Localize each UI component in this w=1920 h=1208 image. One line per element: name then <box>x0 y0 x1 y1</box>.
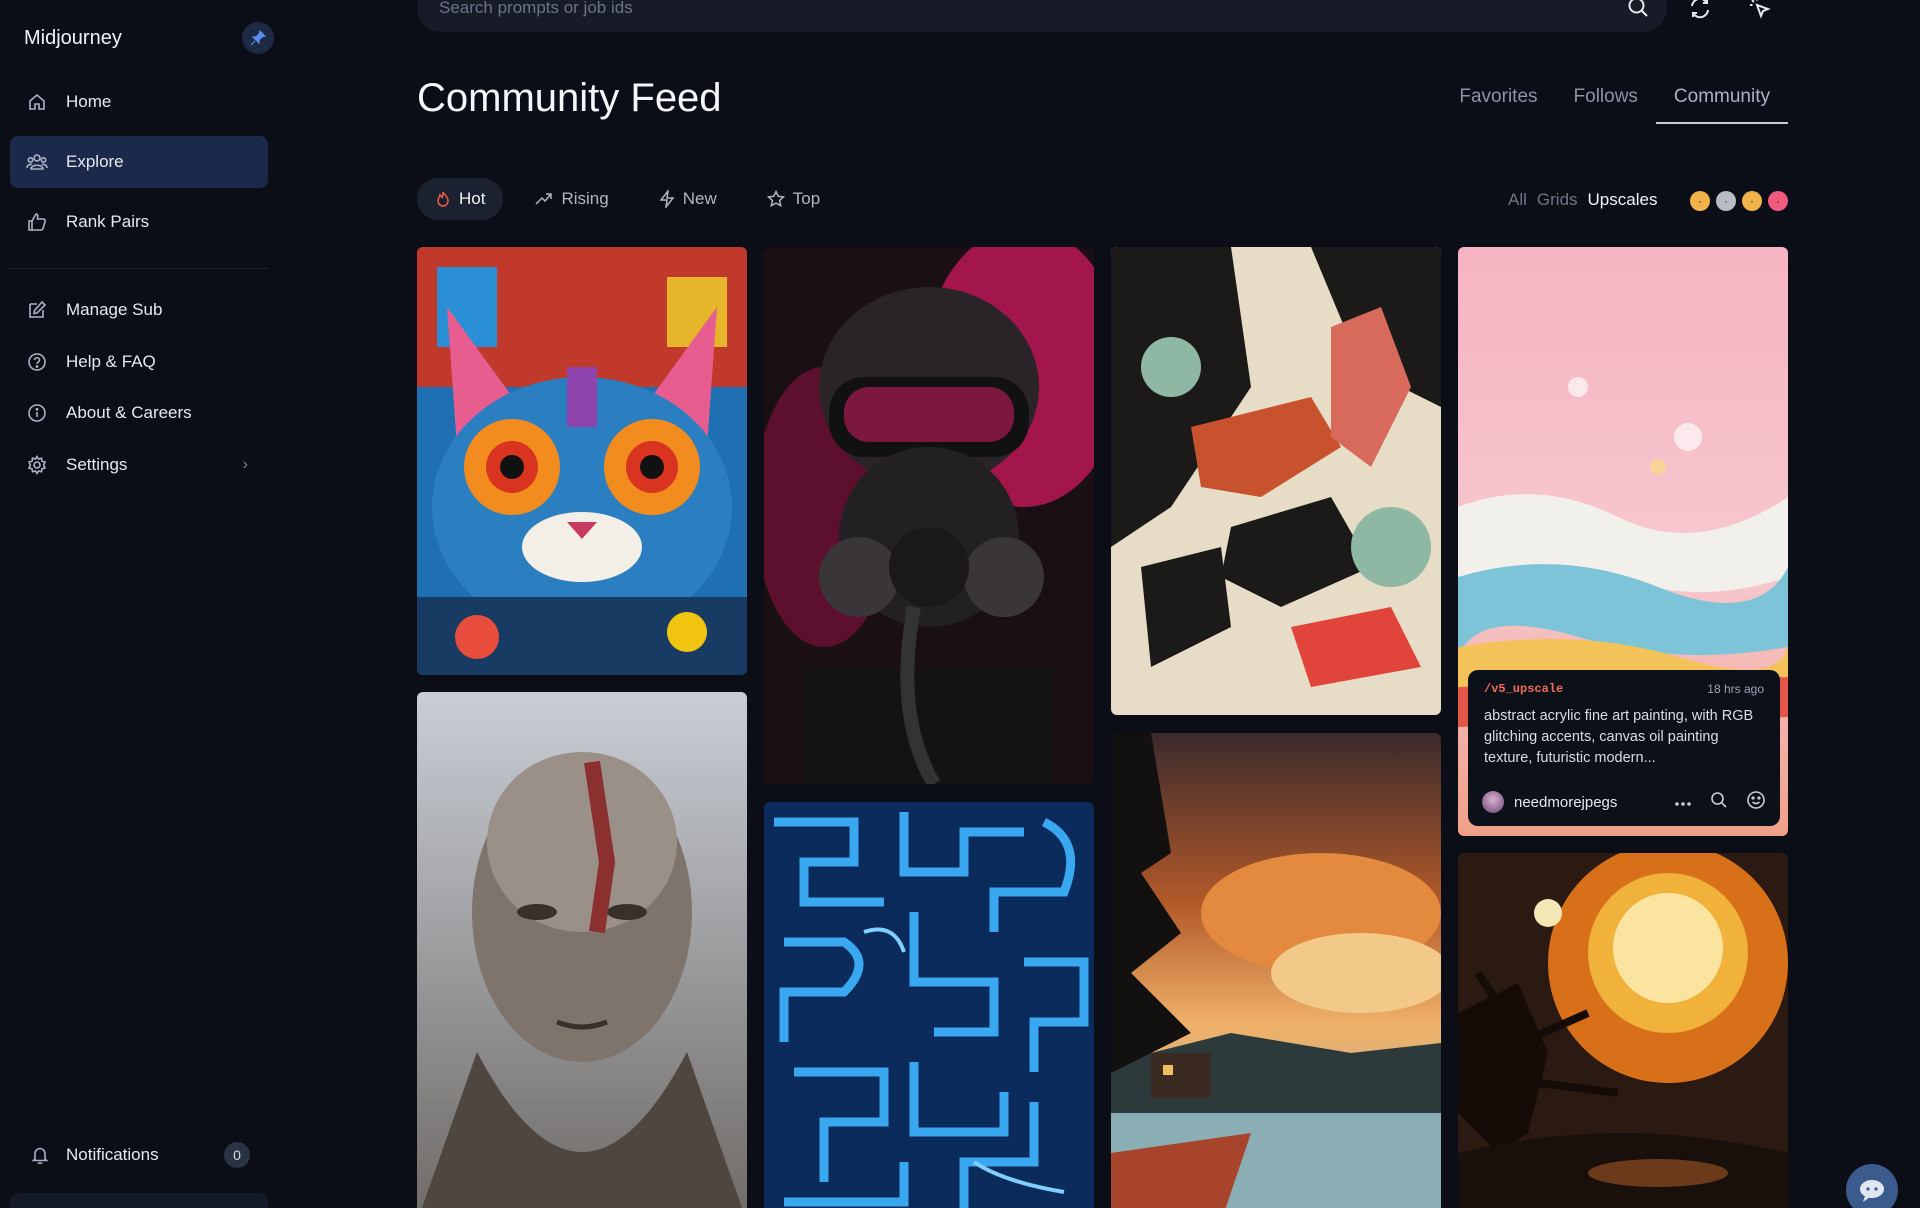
gear-icon <box>26 454 48 476</box>
notifications-count-badge: 0 <box>224 1142 250 1168</box>
job-prompt[interactable]: abstract acrylic fine art painting, with… <box>1484 706 1764 769</box>
search-bar <box>417 0 1667 32</box>
sort-new-button[interactable]: New <box>641 178 735 220</box>
sort-top-button[interactable]: Top <box>749 178 838 220</box>
people-icon <box>26 151 48 173</box>
brand: Midjourney <box>24 22 274 54</box>
heart-eyes-icon[interactable]: · <box>1768 191 1788 211</box>
sidebar-item-label: Home <box>66 92 112 111</box>
sidebar-item-help[interactable]: Help & FAQ <box>10 340 268 384</box>
sidebar-item-rank-pairs[interactable]: Rank Pairs <box>10 196 268 248</box>
filter-all[interactable]: All <box>1508 190 1527 210</box>
trending-up-icon <box>535 193 553 205</box>
search-input[interactable] <box>439 0 1589 18</box>
skull-face-icon[interactable]: · <box>1716 191 1736 211</box>
feed-image-cat[interactable] <box>417 247 747 675</box>
star-icon <box>766 190 785 208</box>
cat-artwork-image <box>417 247 747 675</box>
sidebar: Midjourney Home Explore Rank Pairs Manag… <box>0 0 280 1208</box>
react-emoji-icon[interactable] <box>1746 790 1766 814</box>
reaction-filters: · · · · <box>1690 191 1788 211</box>
home-icon <box>26 91 48 113</box>
sidebar-item-home[interactable]: Home <box>10 76 268 128</box>
username[interactable]: needmorejpegs <box>1514 794 1617 811</box>
tab-community[interactable]: Community <box>1655 86 1788 124</box>
feed-image-sunset-lake[interactable] <box>1111 733 1441 1208</box>
sidebar-item-label: Help & FAQ <box>66 351 156 371</box>
tab-follows[interactable]: Follows <box>1556 86 1656 124</box>
primary-nav: Home Explore Rank Pairs <box>10 76 268 256</box>
more-options-icon[interactable] <box>1674 794 1692 811</box>
sidebar-item-about[interactable]: About & Careers <box>10 391 268 435</box>
feed-image-gas-mask[interactable] <box>764 247 1094 784</box>
job-time: 18 hrs ago <box>1707 682 1764 696</box>
sort-label: Rising <box>561 189 609 208</box>
blue-maze-pattern-image <box>764 802 1094 1208</box>
sort-hot-button[interactable]: Hot <box>417 178 504 220</box>
notifications-button[interactable]: Notifications 0 <box>30 1140 250 1170</box>
notifications-label: Notifications <box>66 1145 159 1164</box>
feed-image-warrior[interactable] <box>417 692 747 1208</box>
sort-rising-button[interactable]: Rising <box>517 178 626 220</box>
sort-label: New <box>682 189 717 208</box>
filter-upscales[interactable]: Upscales <box>1588 190 1658 210</box>
feed-image-maze[interactable] <box>764 802 1094 1208</box>
info-icon <box>26 402 48 424</box>
image-info-popover: /v5_upscale 18 hrs ago abstract acrylic … <box>1468 670 1780 826</box>
woodcut-animals-image <box>1111 247 1441 715</box>
brand-name: Midjourney <box>24 26 122 49</box>
search-similar-icon[interactable] <box>1710 791 1728 813</box>
sidebar-item-explore[interactable]: Explore <box>10 136 268 188</box>
thumbs-up-icon <box>26 211 48 233</box>
help-chat-button[interactable] <box>1846 1164 1898 1208</box>
sunset-lake-image <box>1111 733 1441 1208</box>
sidebar-item-label: About & Careers <box>66 403 192 422</box>
page-title: Community Feed <box>417 76 722 120</box>
sidebar-item-label: Explore <box>66 152 124 171</box>
moon-tree-image <box>1458 853 1788 1208</box>
sort-label: Hot <box>459 189 486 208</box>
flame-icon <box>437 191 449 207</box>
gas-mask-image <box>764 247 1094 784</box>
app: Midjourney Home Explore Rank Pairs Manag… <box>0 0 1920 1208</box>
sidebar-item-settings[interactable]: Settings › <box>10 443 268 487</box>
filter-grids[interactable]: Grids <box>1537 190 1578 210</box>
tab-favorites[interactable]: Favorites <box>1441 86 1555 124</box>
sidebar-item-label: Settings <box>66 454 128 474</box>
pin-icon <box>250 30 266 46</box>
feed-image-moon-tree[interactable] <box>1458 853 1788 1208</box>
chat-bot-icon <box>1860 1180 1884 1202</box>
avatar[interactable] <box>1482 791 1504 813</box>
neutral-face-icon[interactable]: · <box>1690 191 1710 211</box>
bolt-icon <box>659 190 675 208</box>
type-filter: All Grids Upscales <box>1508 190 1657 210</box>
search-icon[interactable] <box>1627 0 1649 23</box>
edit-icon <box>26 299 48 321</box>
sidebar-item-manage-sub[interactable]: Manage Sub <box>10 288 268 332</box>
job-command: /v5_upscale <box>1484 682 1564 696</box>
chevron-right-icon: › <box>242 455 248 473</box>
feed-tabs: Favorites Follows Community <box>1441 86 1788 124</box>
feed-image-woodcut-animals[interactable] <box>1111 247 1441 715</box>
sidebar-item-label: Manage Sub <box>66 300 163 319</box>
cursor-click-icon[interactable] <box>1748 0 1772 25</box>
image-actions <box>1674 790 1766 814</box>
account-bar[interactable] <box>10 1193 268 1208</box>
question-icon <box>26 351 48 373</box>
grin-face-icon[interactable]: · <box>1742 191 1762 211</box>
sort-label: Top <box>792 189 821 208</box>
sidebar-item-label: Rank Pairs <box>66 212 150 231</box>
nav-divider <box>10 268 268 269</box>
pin-button[interactable] <box>242 22 274 54</box>
sort-options: Hot Rising New Top <box>417 178 838 220</box>
warrior-portrait-image <box>417 692 747 1208</box>
bell-icon <box>30 1144 52 1166</box>
refresh-icon[interactable] <box>1688 0 1712 25</box>
secondary-nav: Manage Sub Help & FAQ About & Careers Se… <box>10 288 268 494</box>
